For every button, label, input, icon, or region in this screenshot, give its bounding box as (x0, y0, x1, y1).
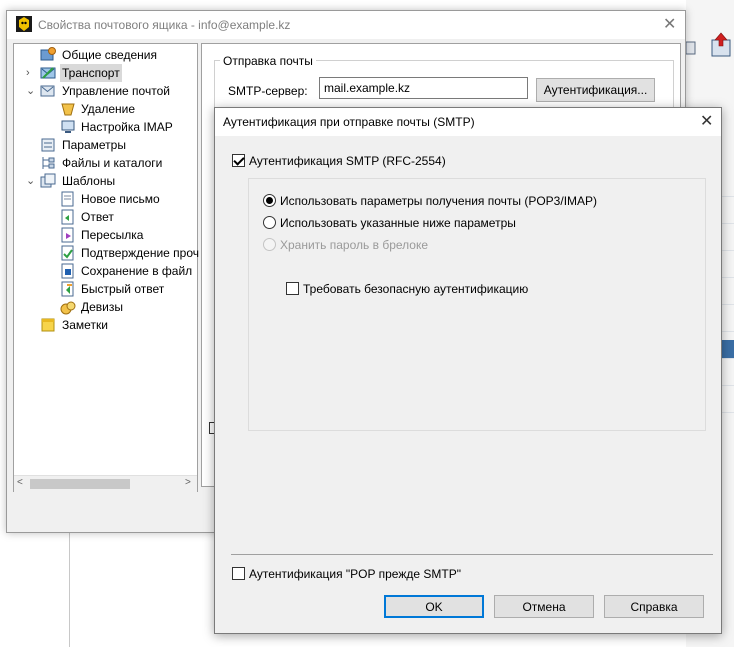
radio-store-password-keychain (263, 238, 276, 251)
template-read-receipt-icon (60, 245, 76, 261)
radio-use-receive-params-label[interactable]: Использовать параметры получения почты (… (280, 194, 597, 208)
scrollbar-thumb[interactable] (30, 479, 130, 489)
tree-item-parameters[interactable]: Параметры (14, 136, 197, 154)
tree-item-files-folders[interactable]: Файлы и каталоги (14, 154, 197, 172)
settings-tree: Общие сведения › Транспорт ⌄ Управление … (13, 43, 199, 492)
template-reply-icon (60, 209, 76, 225)
mailbox-info-icon (40, 47, 56, 63)
smtp-auth-checkbox-label[interactable]: Аутентификация SMTP (RFC-2554) (249, 154, 446, 168)
radio-store-password-keychain-label: Хранить пароль в брелоке (280, 238, 429, 252)
smtp-server-input[interactable]: mail.example.kz (319, 77, 528, 99)
tree-item-mottos[interactable]: Девизы (14, 298, 197, 316)
tree-item-templates[interactable]: ⌄ Шаблоны (14, 172, 197, 190)
tree-item-template-read-receipt[interactable]: Подтверждение проч (14, 244, 199, 262)
chevron-down-icon[interactable]: ⌄ (26, 82, 36, 100)
tree-item-template-reply[interactable]: Ответ (14, 208, 197, 226)
secure-auth-checkbox-label[interactable]: Требовать безопасную аутентификацию (303, 282, 528, 296)
tree-item-transport[interactable]: › Транспорт (14, 64, 197, 82)
trash-icon (60, 101, 76, 117)
app-logo-icon (16, 16, 32, 32)
tree-item-mail-management[interactable]: ⌄ Управление почтой (14, 82, 197, 100)
template-save-file-icon (60, 263, 76, 279)
transport-icon (40, 65, 56, 81)
mailbox-properties-close-icon[interactable]: ✕ (663, 17, 676, 33)
smtp-auth-titlebar: Аутентификация при отправке почты (SMTP)… (215, 108, 721, 136)
parameters-icon (40, 137, 56, 153)
scroll-right-icon[interactable]: > (185, 477, 191, 488)
radio-use-receive-params[interactable] (263, 194, 276, 207)
templates-icon (40, 173, 56, 189)
imap-settings-icon (60, 119, 76, 135)
smtp-auth-dialog: Аутентификация при отправке почты (SMTP)… (214, 107, 722, 634)
mailbox-properties-title: Свойства почтового ящика - info@example.… (38, 18, 291, 32)
printer-icon[interactable] (685, 38, 696, 61)
tree-item-general[interactable]: Общие сведения (14, 46, 197, 64)
background-left-pane (0, 533, 70, 647)
tree-item-template-save-file[interactable]: Сохранение в файл (14, 262, 197, 280)
tree-horizontal-scrollbar[interactable]: < > (14, 475, 197, 492)
scroll-left-icon[interactable]: < (17, 477, 23, 488)
smtp-auth-close-icon[interactable]: ✕ (700, 114, 713, 130)
pop-before-smtp-checkbox-label[interactable]: Аутентификация "POP прежде SMTP" (249, 567, 461, 581)
files-folders-icon (40, 155, 56, 171)
pop-before-smtp-checkbox[interactable] (232, 567, 245, 580)
tree-item-notes[interactable]: Заметки (14, 316, 197, 334)
mail-management-icon (40, 83, 56, 99)
chevron-down-icon[interactable]: ⌄ (26, 172, 36, 190)
tree-item-template-forward[interactable]: Пересылка (14, 226, 197, 244)
dialog-separator (231, 554, 713, 555)
secure-auth-checkbox[interactable] (286, 282, 299, 295)
radio-use-specified-params[interactable] (263, 216, 276, 229)
ok-button[interactable]: OK (384, 595, 484, 618)
send-mail-group-title: Отправка почты (220, 54, 316, 68)
cancel-button[interactable]: Отмена (494, 595, 594, 618)
mottos-icon (60, 299, 76, 315)
help-button[interactable]: Справка (604, 595, 704, 618)
tree-item-imap-settings[interactable]: Настройка IMAP (14, 118, 197, 136)
notes-icon (40, 317, 56, 333)
smtp-auth-title: Аутентификация при отправке почты (SMTP) (223, 115, 475, 129)
radio-use-specified-params-label[interactable]: Использовать указанные ниже параметры (280, 216, 516, 230)
tree-item-delete[interactable]: Удаление (14, 100, 197, 118)
authentication-button[interactable]: Аутентификация... (536, 78, 655, 102)
smtp-server-label: SMTP-сервер: (228, 84, 308, 98)
template-quick-reply-icon (60, 281, 76, 297)
background-selected-row (720, 340, 734, 358)
tree-item-template-new[interactable]: Новое письмо (14, 190, 197, 208)
tree-item-template-quick-reply[interactable]: Быстрый ответ (14, 280, 197, 298)
mailbox-properties-titlebar: Свойства почтового ящика - info@example.… (7, 11, 685, 39)
template-new-message-icon (60, 191, 76, 207)
smtp-auth-checkbox[interactable] (232, 154, 245, 167)
template-forward-icon (60, 227, 76, 243)
chevron-right-icon[interactable]: › (26, 64, 36, 82)
send-receive-icon[interactable] (710, 32, 732, 58)
